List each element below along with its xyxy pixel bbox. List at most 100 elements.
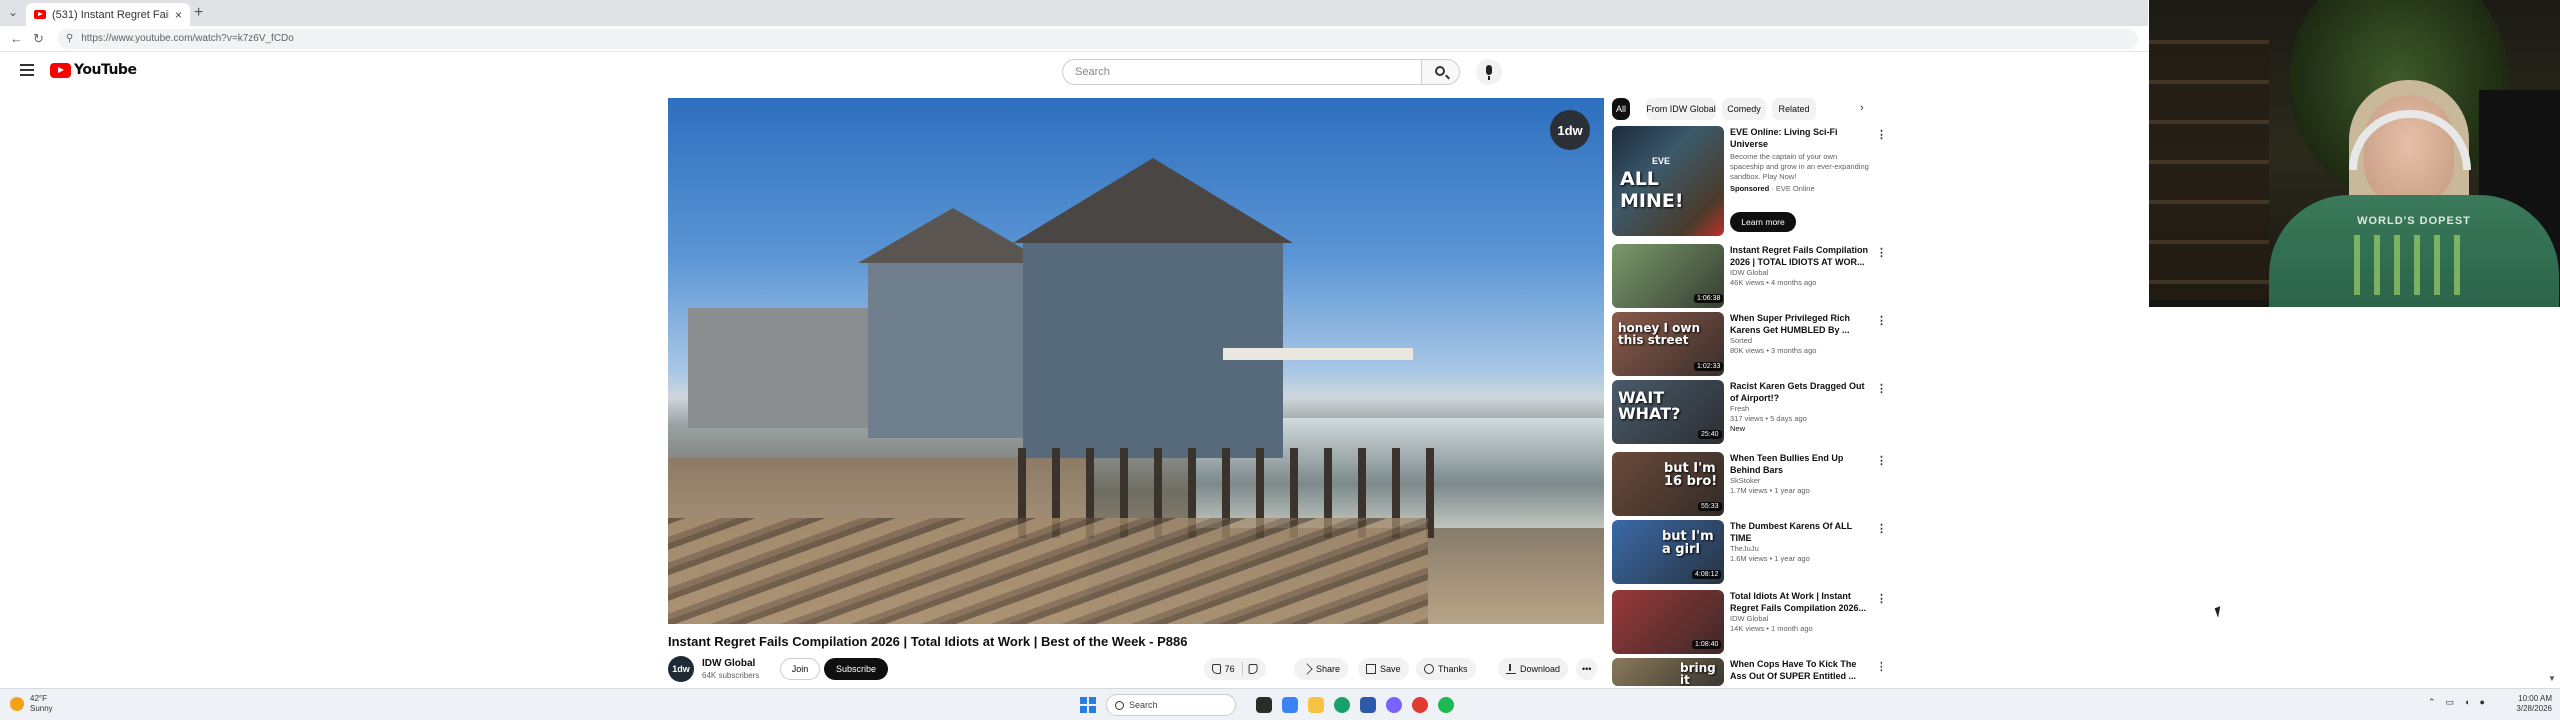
windows-start-icon[interactable] — [1080, 697, 1096, 713]
url-field[interactable]: ⚲ https://www.youtube.com/watch?v=k7z6V_… — [57, 28, 2138, 49]
site-info-icon[interactable]: ⚲ — [66, 33, 73, 44]
more-vert-icon[interactable]: ⋮ — [1876, 522, 1887, 535]
app-icon[interactable] — [1360, 697, 1376, 713]
ad-advertiser: EVE Online — [1775, 184, 1815, 193]
hamburger-menu-icon[interactable] — [20, 64, 34, 76]
scroll-down-arrow-icon[interactable]: ▼ — [2548, 674, 2556, 683]
list-item[interactable]: honey I own this street 1:02:33 When Sup… — [1612, 312, 1887, 378]
page-scrollbar[interactable]: ▼ — [2546, 307, 2558, 683]
video-frame-debris — [668, 518, 1428, 624]
video-title[interactable]: Instant Regret Fails Compilation 2026 | … — [1730, 244, 1870, 268]
search-input[interactable]: Search — [1062, 59, 1422, 85]
list-item[interactable]: 1:06:38 Instant Regret Fails Compilation… — [1612, 244, 1887, 310]
system-tray: ⌃ ▭ ◖ ● — [2428, 697, 2485, 708]
chip-comedy[interactable]: Comedy — [1722, 98, 1766, 120]
thanks-button[interactable]: Thanks — [1416, 658, 1476, 680]
thanks-icon — [1424, 664, 1434, 674]
channel-avatar[interactable]: 1dw — [668, 656, 694, 682]
microphone-icon[interactable]: ● — [2480, 697, 2485, 708]
clock-time: 10:00 AM — [2518, 694, 2552, 703]
more-vert-icon[interactable]: ⋮ — [1876, 454, 1887, 467]
network-icon[interactable]: ▭ — [2446, 697, 2455, 708]
like-count[interactable]: 76 — [1225, 664, 1235, 674]
ad-thumbnail[interactable]: EVE ALL MINE! — [1612, 126, 1724, 236]
subscribe-button[interactable]: Subscribe — [824, 658, 888, 680]
chip-all[interactable]: All — [1612, 98, 1630, 120]
more-vert-icon[interactable]: ⋮ — [1876, 660, 1882, 673]
more-vert-icon[interactable]: ⋮ — [1876, 314, 1887, 327]
shirt-leaf-graphic — [2354, 235, 2474, 295]
video-title[interactable]: When Super Privileged Rich Karens Get HU… — [1730, 312, 1870, 336]
channel-name[interactable]: Sorted — [1730, 336, 1870, 346]
video-player[interactable]: 1dw — [668, 98, 1604, 624]
video-info: When Super Privileged Rich Karens Get HU… — [1730, 312, 1870, 356]
chrome-icon[interactable] — [1412, 697, 1428, 713]
youtube-logo[interactable]: YouTube — [50, 62, 137, 78]
video-title[interactable]: Racist Karen Gets Dragged Out of Airport… — [1730, 380, 1870, 404]
video-thumbnail[interactable]: bring it — [1612, 658, 1724, 686]
join-button[interactable]: Join — [780, 658, 820, 680]
thanks-label: Thanks — [1438, 664, 1468, 674]
video-title[interactable]: When Cops Have To Kick The Ass Out Of SU… — [1730, 658, 1870, 682]
video-meta: 80K views • 3 months ago — [1730, 346, 1817, 355]
channel-name[interactable]: IDW Global — [1730, 268, 1870, 278]
video-title[interactable]: When Teen Bullies End Up Behind Bars — [1730, 452, 1870, 476]
channel-watermark-logo[interactable]: 1dw — [1550, 110, 1590, 150]
list-item[interactable]: 1:08:40 Total Idiots At Work | Instant R… — [1612, 590, 1887, 656]
edge-browser-icon[interactable] — [1334, 697, 1350, 713]
task-view-icon[interactable] — [1256, 697, 1272, 713]
sponsored-ad[interactable]: EVE ALL MINE! EVE Online: Living Sci-Fi … — [1612, 126, 1887, 236]
more-actions-button[interactable]: ••• — [1576, 658, 1598, 680]
video-info: When Teen Bullies End Up Behind Bars SkS… — [1730, 452, 1870, 496]
reload-icon[interactable]: ↻ — [33, 31, 44, 47]
chip-from-idw-global[interactable]: From IDW Global — [1646, 98, 1716, 120]
discord-icon[interactable] — [1386, 697, 1402, 713]
list-item[interactable]: but I'm a girl 4:08:12 The Dumbest Karen… — [1612, 520, 1887, 586]
more-vert-icon[interactable]: ⋮ — [1876, 128, 1887, 141]
ad-title[interactable]: EVE Online: Living Sci-Fi Universe — [1730, 126, 1870, 150]
channel-name[interactable]: SkStoker — [1730, 476, 1870, 486]
video-info: Instant Regret Fails Compilation 2026 | … — [1730, 244, 1870, 288]
youtube-play-icon — [50, 62, 71, 78]
taskbar-clock[interactable]: 10:00 AM 3/28/2026 — [2510, 694, 2552, 714]
new-tab-button[interactable]: + — [194, 4, 203, 22]
learn-more-button[interactable]: Learn more — [1730, 212, 1796, 232]
video-frame-house — [688, 308, 878, 428]
file-explorer-icon[interactable] — [1308, 697, 1324, 713]
voice-search-mic-icon[interactable] — [1476, 59, 1502, 85]
browser-tab[interactable]: (531) Instant Regret Fails Co × — [26, 3, 190, 26]
like-icon[interactable] — [1212, 664, 1221, 674]
video-info: Total Idiots At Work | Instant Regret Fa… — [1730, 590, 1870, 634]
list-item[interactable]: bring it When Cops Have To Kick The Ass … — [1612, 658, 1882, 686]
channel-name[interactable]: Fresh — [1730, 404, 1870, 414]
save-button[interactable]: Save — [1358, 658, 1409, 680]
more-vert-icon[interactable]: ⋮ — [1876, 592, 1887, 605]
taskbar-search[interactable]: Search — [1106, 694, 1236, 716]
more-vert-icon[interactable]: ⋮ — [1876, 246, 1887, 259]
video-owner-row: 1dw IDW Global 64K subscribers Join Subs… — [668, 656, 1604, 684]
more-vert-icon[interactable]: ⋮ — [1876, 382, 1887, 395]
video-title[interactable]: The Dumbest Karens Of ALL TIME — [1730, 520, 1870, 544]
chevron-right-icon[interactable]: › — [1860, 102, 1864, 114]
back-arrow-icon[interactable]: ← — [10, 31, 23, 46]
chip-related[interactable]: Related — [1772, 98, 1816, 120]
duration-badge: 1:02:33 — [1694, 362, 1724, 371]
list-item[interactable]: WAIT WHAT? 25:40 Racist Karen Gets Dragg… — [1612, 380, 1887, 446]
youtube-favicon-icon — [34, 10, 46, 19]
search-button[interactable] — [1422, 59, 1460, 85]
weather-widget[interactable]: 42°F Sunny — [10, 694, 53, 714]
channel-name[interactable]: IDW Global — [1730, 614, 1870, 624]
volume-icon[interactable]: ◖ — [2464, 697, 2469, 708]
video-title[interactable]: Total Idiots At Work | Instant Regret Fa… — [1730, 590, 1870, 614]
channel-name[interactable]: TheJuJu — [1730, 544, 1870, 554]
list-item[interactable]: but I'm 16 bro! 55:33 When Teen Bullies … — [1612, 452, 1887, 518]
store-icon[interactable] — [1282, 697, 1298, 713]
channel-name[interactable]: IDW Global — [702, 658, 755, 669]
chevron-up-icon[interactable]: ⌃ — [2428, 697, 2436, 708]
share-button[interactable]: Share — [1294, 658, 1349, 680]
spotify-icon[interactable] — [1438, 697, 1454, 713]
tab-close-button[interactable]: × — [175, 8, 182, 22]
tab-list-chevron-icon[interactable]: ⌄ — [8, 5, 18, 19]
download-button[interactable]: Download — [1498, 658, 1569, 680]
dislike-icon[interactable] — [1249, 664, 1258, 674]
